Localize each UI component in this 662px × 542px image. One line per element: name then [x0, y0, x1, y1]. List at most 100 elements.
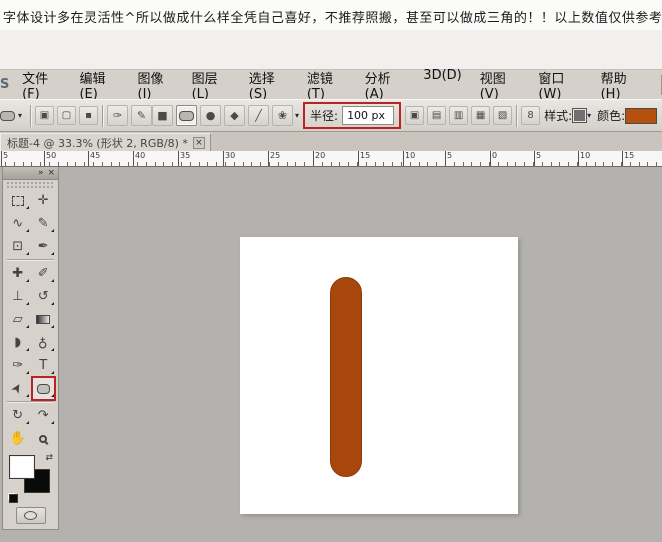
ruler-label: 25 [270, 151, 280, 160]
create-shape-layer-button[interactable]: ▣ [405, 106, 424, 125]
type-tool[interactable]: T [31, 354, 57, 377]
style-label: 样式: [544, 107, 572, 124]
link-style-button[interactable]: 8 [521, 106, 540, 125]
panel-grip[interactable] [6, 181, 55, 188]
rectangle-tool-button[interactable]: ■ [152, 105, 173, 126]
paths-button[interactable]: ▢ [57, 106, 76, 125]
ruler-label: 5 [447, 151, 452, 160]
blur-tool[interactable]: ◗ [5, 331, 31, 354]
color-selector: ⇄ [9, 453, 54, 503]
close-panel-icon[interactable]: × [47, 168, 55, 178]
shape-layers-button[interactable]: ▣ [35, 106, 54, 125]
collapse-panel-icon[interactable]: » [38, 168, 44, 178]
path-operation-buttons: ▣▤▥▦▧ [405, 106, 512, 125]
ruler-label: 35 [180, 151, 190, 160]
zoom-tool-icon [39, 435, 47, 443]
ellipse-tool-button[interactable]: ● [200, 105, 221, 126]
tool-preset-picker[interactable]: ▾ [0, 111, 26, 121]
history-brush-tool-icon: ↺ [38, 290, 49, 303]
intersect-shape-button[interactable]: ▦ [471, 106, 490, 125]
ruler-label: 10 [580, 151, 590, 160]
quick-mask-row [3, 503, 58, 529]
radius-highlight-box: 半径: [303, 102, 401, 129]
rounded-rectangle-tool-button[interactable] [176, 105, 197, 126]
ruler-label: 15 [624, 151, 634, 160]
style-swatch[interactable] [572, 108, 587, 123]
radius-input[interactable] [342, 106, 394, 125]
rounded-rectangle-tool-icon [37, 384, 50, 394]
horizontal-ruler: 55045403530252015105051015 [0, 151, 662, 167]
lasso-tool-icon: ∿ [12, 217, 23, 230]
tool-options-bar: ▾ ▣▢▪ ✑✎ ■●◆╱❀ ▾ 半径: ▣▤▥▦▧ 8 样式: ▾ 颜色: [0, 99, 662, 132]
swap-colors-icon[interactable]: ⇄ [45, 453, 53, 463]
document-tab-bar: 标题-4 @ 33.3% (形状 2, RGB/8) * × [0, 132, 662, 151]
eraser-tool-icon: ▱ [13, 313, 23, 326]
quick-selection-tool[interactable]: ✎ [31, 212, 57, 235]
pen-tool-icon: ✑ [12, 359, 23, 372]
brush-tool[interactable]: ✐ [31, 262, 57, 285]
clone-stamp-tool[interactable]: ⊥ [5, 285, 31, 308]
default-colors-icon[interactable] [9, 494, 18, 503]
eraser-tool[interactable]: ▱ [5, 308, 31, 331]
gradient-tool[interactable] [31, 308, 57, 331]
hand-tool-icon: ✋ [10, 432, 26, 445]
blur-tool-icon: ◗ [14, 336, 21, 349]
lasso-tool[interactable]: ∿ [5, 212, 31, 235]
3d-orbit-tool[interactable]: ↷ [31, 404, 57, 427]
line-tool-button[interactable]: ╱ [248, 105, 269, 126]
rectangular-marquee-tool[interactable] [5, 189, 31, 212]
dodge-tool-icon: ♀ [38, 336, 48, 349]
add-to-shape-button[interactable]: ▤ [427, 106, 446, 125]
clone-stamp-tool-icon: ⊥ [12, 290, 23, 303]
tool-group-separator [7, 259, 54, 261]
3d-orbit-tool-icon: ↷ [38, 409, 49, 422]
polygon-tool-button[interactable]: ◆ [224, 105, 245, 126]
rounded-rectangle-tool-button-icon [179, 111, 194, 121]
type-tool-icon: T [39, 359, 47, 372]
shape-buttons: ■ ●◆╱❀ [152, 105, 293, 126]
rounded-rectangle-shape[interactable] [330, 277, 362, 477]
ruler-label: 20 [315, 151, 325, 160]
separator [102, 105, 103, 127]
pen-buttons: ✑✎ [107, 105, 152, 126]
tools-panel-header: » × [3, 167, 58, 180]
subtract-from-shape-button[interactable]: ▥ [449, 106, 468, 125]
exclude-shape-button[interactable]: ▧ [493, 106, 512, 125]
fill-pixels-button[interactable]: ▪ [79, 106, 98, 125]
pen-tool-button[interactable]: ✑ [107, 105, 128, 126]
ruler-label: 40 [135, 151, 145, 160]
note-banner: 字体设计多在灵活性^所以做成什么样全凭自己喜好，不推荐照搬，甚至可以做成三角的！… [0, 0, 662, 30]
ruler-label: 5 [3, 151, 8, 160]
document-canvas[interactable] [240, 237, 518, 514]
history-brush-tool[interactable]: ↺ [31, 285, 57, 308]
move-tool[interactable]: ✛ [31, 189, 57, 212]
document-tab[interactable]: 标题-4 @ 33.3% (形状 2, RGB/8) * × [0, 133, 211, 151]
pen-tool[interactable]: ✑ [5, 354, 31, 377]
freeform-pen-tool-button[interactable]: ✎ [131, 105, 152, 126]
hand-tool[interactable]: ✋ [5, 427, 31, 450]
tab-close-icon[interactable]: × [193, 137, 205, 149]
path-selection-tool-icon: ➤ [9, 381, 26, 397]
crop-tool[interactable]: ⊡ [5, 235, 31, 258]
style-dropdown-icon[interactable]: ▾ [587, 111, 591, 120]
quick-selection-tool-icon: ✎ [38, 217, 49, 230]
workspace: » × ✛ ∿ ✎ ⊡✒✚✐ ⊥ ↺ ▱ ◗ ♀ ✑ T ➤ ↻ ↷ ✋ ⇄ [0, 167, 662, 542]
zoom-tool[interactable] [31, 427, 57, 450]
color-swatch[interactable] [625, 108, 657, 124]
foreground-color-swatch[interactable] [9, 455, 35, 479]
tool-grid: ✛ ∿ ✎ ⊡✒✚✐ ⊥ ↺ ▱ ◗ ♀ ✑ T ➤ ↻ ↷ ✋ [3, 189, 58, 450]
shape-list-dropdown-icon[interactable]: ▾ [295, 111, 299, 120]
path-selection-tool[interactable]: ➤ [5, 377, 31, 400]
document-title: 标题-4 @ 33.3% (形状 2, RGB/8) * [7, 135, 188, 151]
ruler-label: 10 [405, 151, 415, 160]
3d-rotate-tool[interactable]: ↻ [5, 404, 31, 427]
ruler-label: 15 [360, 151, 370, 160]
eyedropper-tool[interactable]: ✒ [31, 235, 57, 258]
quick-mask-button[interactable] [16, 507, 46, 524]
rounded-rectangle-tool[interactable] [31, 377, 57, 400]
chevron-down-icon: ▾ [18, 111, 22, 120]
3d-rotate-tool-icon: ↻ [12, 409, 23, 422]
custom-shape-tool-button[interactable]: ❀ [272, 105, 293, 126]
dodge-tool[interactable]: ♀ [31, 331, 57, 354]
healing-brush-tool[interactable]: ✚ [5, 262, 31, 285]
